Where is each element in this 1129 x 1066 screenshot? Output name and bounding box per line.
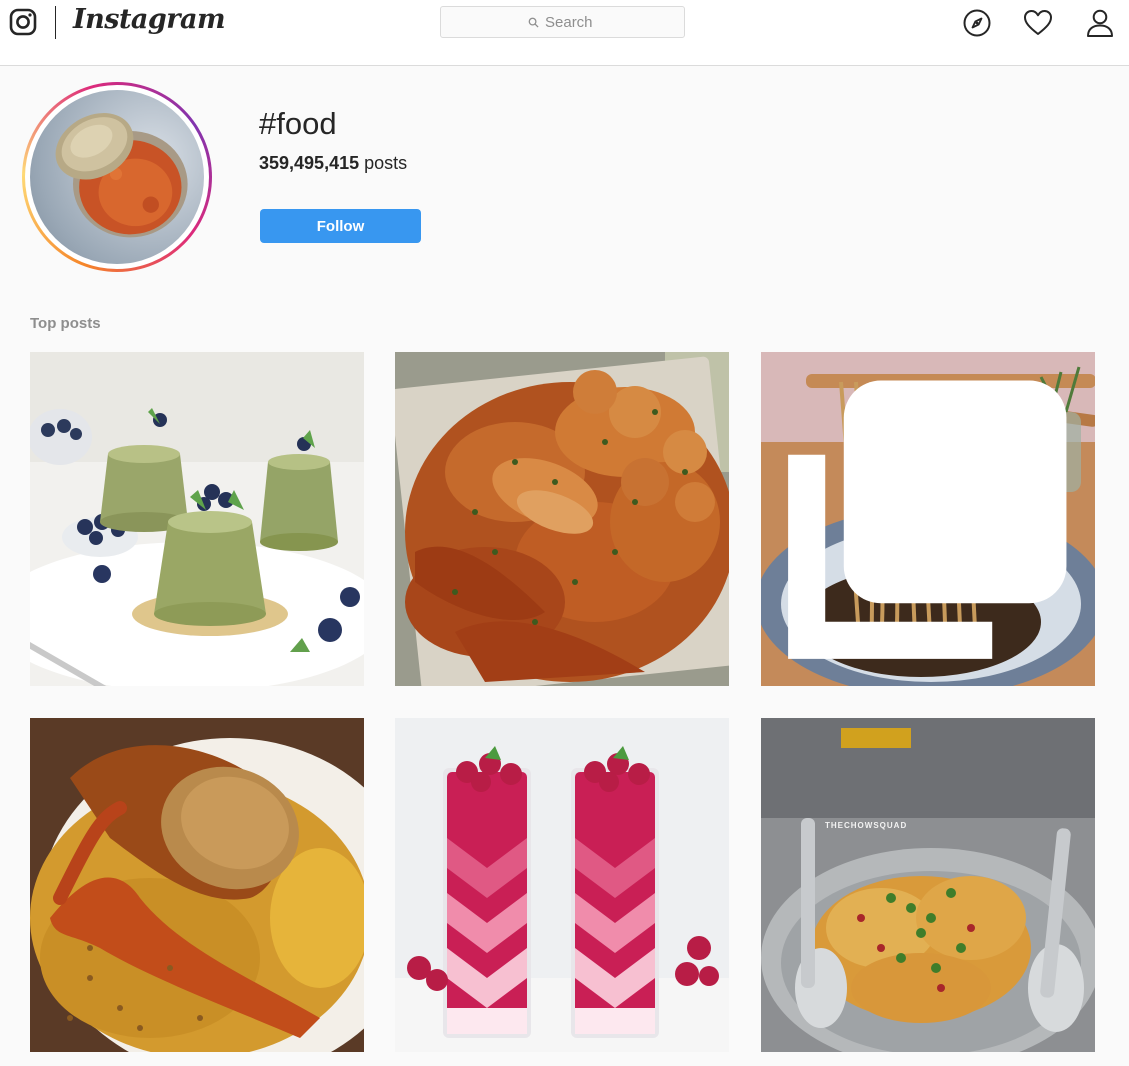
post-image: THECHOWSQUAD [761, 718, 1095, 1052]
top-posts-heading: Top posts [30, 315, 101, 332]
spice-tin-image [55, 113, 188, 238]
post-thumbnail[interactable] [30, 718, 364, 1052]
post-image [30, 352, 364, 686]
post-image [395, 718, 729, 1052]
profile-person-icon[interactable] [1085, 8, 1115, 38]
follow-button[interactable]: Follow [260, 209, 421, 243]
post-thumbnail[interactable]: THECHOWSQUAD [761, 718, 1095, 1052]
top-navigation-bar: Instagram [0, 0, 1129, 66]
post-thumbnail[interactable] [395, 718, 729, 1052]
post-count: 359,495,415 posts [259, 153, 407, 174]
post-thumbnail[interactable] [30, 352, 364, 686]
hashtag-title: #food [259, 106, 337, 141]
post-thumbnail[interactable] [761, 352, 1095, 686]
post-count-number: 359,495,415 [259, 153, 360, 173]
activity-heart-icon[interactable] [1023, 8, 1053, 38]
explore-compass-icon[interactable] [962, 8, 992, 38]
post-count-suffix: posts [364, 153, 408, 173]
multiple-posts-icon [788, 380, 1067, 659]
search-bar[interactable] [440, 6, 685, 38]
instagram-glyph-icon[interactable] [9, 8, 37, 36]
hashtag-avatar [22, 82, 212, 272]
search-icon [528, 17, 539, 28]
search-input[interactable] [545, 13, 597, 31]
post-image [30, 718, 364, 1052]
post-thumbnail[interactable] [395, 352, 729, 686]
logo-divider [55, 6, 56, 39]
post-watermark: THECHOWSQUAD [825, 821, 907, 830]
instagram-wordmark[interactable]: Instagram [73, 4, 226, 35]
post-image [395, 352, 729, 686]
